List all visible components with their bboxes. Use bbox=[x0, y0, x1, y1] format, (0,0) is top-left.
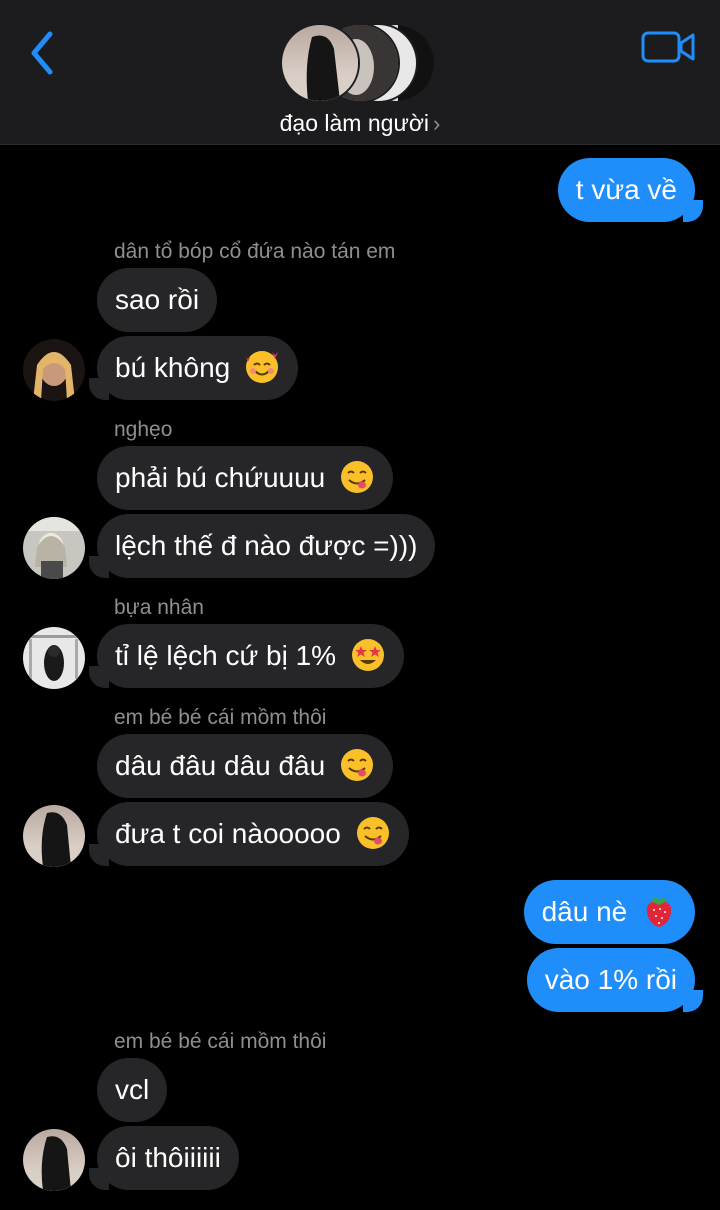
chat-header: đạo làm người › bbox=[0, 0, 720, 145]
group-name: đạo làm người bbox=[279, 110, 430, 136]
message-text: t vừa về bbox=[575, 174, 677, 205]
message-bubble-incoming[interactable]: vcl bbox=[97, 1058, 168, 1122]
message-text: dâu nè bbox=[541, 896, 628, 927]
sender-name: dân tổ bóp cổ đứa nào tán em bbox=[114, 240, 396, 263]
message-text: đưa t coi nàooooo bbox=[115, 818, 341, 849]
message-bubble-outgoing[interactable]: dâu nè bbox=[523, 880, 695, 944]
smiling-face-with-hearts-icon bbox=[246, 350, 278, 383]
sender-name: em bé bé cái mồm thôi bbox=[114, 1030, 327, 1053]
avatar[interactable] bbox=[23, 805, 85, 867]
chevron-right-icon: › bbox=[433, 111, 441, 136]
video-call-button[interactable] bbox=[640, 28, 696, 68]
message-text: vào 1% rồi bbox=[544, 964, 677, 995]
face-savoring-food-icon bbox=[356, 816, 389, 849]
message-text: sao rồi bbox=[115, 284, 200, 315]
message-bubble-incoming[interactable]: sao rồi bbox=[97, 268, 218, 332]
chevron-left-icon bbox=[31, 31, 53, 75]
avatar[interactable] bbox=[23, 339, 85, 401]
message-text: dâu đâu dâu đâu bbox=[115, 750, 326, 781]
message-bubble-incoming[interactable]: lệch thế đ nào được =))) bbox=[97, 514, 436, 578]
message-text: ôi thôiiiiii bbox=[115, 1142, 221, 1173]
message-bubble-outgoing[interactable]: t vừa về bbox=[557, 158, 695, 222]
message-bubble-incoming[interactable]: ôi thôiiiiii bbox=[97, 1126, 239, 1190]
group-name-button[interactable]: đạo làm người › bbox=[0, 110, 720, 137]
back-button[interactable] bbox=[22, 26, 66, 80]
message-bubble-incoming[interactable]: tỉ lệ lệch cứ bị 1% bbox=[97, 624, 404, 688]
sender-name: em bé bé cái mồm thôi bbox=[114, 706, 327, 729]
message-bubble-incoming[interactable]: dâu đâu dâu đâu bbox=[97, 734, 393, 798]
sender-name: nghẹo bbox=[114, 418, 173, 441]
message-text: bú không bbox=[115, 352, 231, 383]
sender-name: bựa nhân bbox=[114, 596, 204, 619]
message-text: vcl bbox=[115, 1074, 150, 1105]
member-avatar bbox=[280, 23, 360, 103]
message-bubble-incoming[interactable]: đưa t coi nàooooo bbox=[97, 802, 409, 866]
message-bubble-incoming[interactable]: phải bú chứuuuu bbox=[97, 446, 394, 510]
star-struck-icon bbox=[351, 638, 384, 671]
avatar[interactable] bbox=[23, 1129, 85, 1191]
message-bubble-incoming[interactable]: bú không bbox=[97, 336, 298, 400]
avatar[interactable] bbox=[23, 517, 85, 579]
face-savoring-food-icon bbox=[341, 460, 374, 493]
message-text: phải bú chứuuuu bbox=[115, 462, 326, 493]
message-bubble-outgoing[interactable]: vào 1% rồi bbox=[526, 948, 695, 1012]
message-text: tỉ lệ lệch cứ bị 1% bbox=[115, 640, 337, 671]
message-text: lệch thế đ nào được =))) bbox=[115, 530, 418, 561]
strawberry-icon bbox=[646, 896, 672, 927]
face-savoring-food-icon bbox=[341, 748, 373, 781]
video-camera-icon bbox=[641, 31, 695, 63]
avatar[interactable] bbox=[23, 627, 85, 689]
group-avatar-stack[interactable] bbox=[280, 23, 440, 103]
